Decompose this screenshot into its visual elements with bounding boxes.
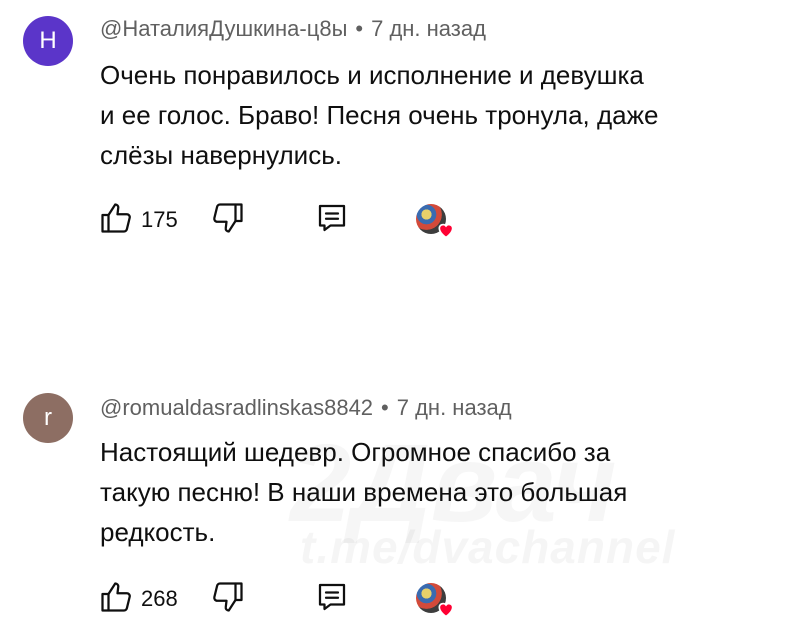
author-name[interactable]: @romualdasradlinskas8842 bbox=[100, 395, 373, 420]
comment-text: Очень понравилось и исполнение и девушка… bbox=[100, 55, 790, 175]
avatar[interactable]: Н bbox=[23, 16, 73, 66]
timestamp[interactable]: 7 дн. назад bbox=[397, 395, 512, 420]
comment-line: слёзы навернулись. bbox=[100, 140, 342, 170]
separator: • bbox=[355, 16, 364, 41]
creator-heart[interactable] bbox=[416, 204, 456, 240]
comment-line: Настоящий шедевр. Огромное спасибо за bbox=[100, 437, 611, 467]
dislike-button[interactable] bbox=[210, 200, 246, 241]
thumbs-up-icon bbox=[101, 203, 131, 233]
comment-meta: @НаталияДушкина-ц8ы • 7 дн. назад bbox=[100, 16, 486, 42]
reply-icon bbox=[318, 583, 346, 611]
separator: • bbox=[381, 395, 389, 420]
comment-actions: 175 bbox=[98, 200, 498, 240]
avatar[interactable]: r bbox=[23, 393, 73, 443]
creator-heart[interactable] bbox=[416, 583, 456, 619]
thumbs-down-icon bbox=[213, 203, 243, 233]
comment-line: Очень понравилось и исполнение и девушка bbox=[100, 60, 644, 90]
reply-button[interactable] bbox=[314, 579, 350, 620]
comment-actions: 268 bbox=[98, 579, 498, 619]
thumbs-down-icon bbox=[213, 582, 243, 612]
like-count: 268 bbox=[141, 586, 178, 611]
reply-icon bbox=[318, 204, 346, 232]
timestamp[interactable]: 7 дн. назад bbox=[371, 16, 486, 41]
author-name[interactable]: @НаталияДушкина-ц8ы bbox=[100, 16, 347, 41]
comment-line: и ее голос. Браво! Песня очень тронула, … bbox=[100, 100, 659, 130]
like-count: 175 bbox=[141, 207, 178, 232]
heart-icon bbox=[438, 223, 454, 239]
reply-button[interactable] bbox=[314, 200, 350, 241]
like-button[interactable] bbox=[98, 200, 134, 241]
like-button[interactable] bbox=[98, 579, 134, 620]
dislike-button[interactable] bbox=[210, 579, 246, 620]
comment-line: такую песню! В наши времена это большая bbox=[100, 477, 628, 507]
comment-line: редкость. bbox=[100, 517, 216, 547]
heart-icon bbox=[438, 602, 454, 618]
comment-text: Настоящий шедевр. Огромное спасибо за та… bbox=[100, 432, 790, 552]
thumbs-up-icon bbox=[101, 582, 131, 612]
comment-meta: @romualdasradlinskas8842 • 7 дн. назад bbox=[100, 395, 512, 421]
